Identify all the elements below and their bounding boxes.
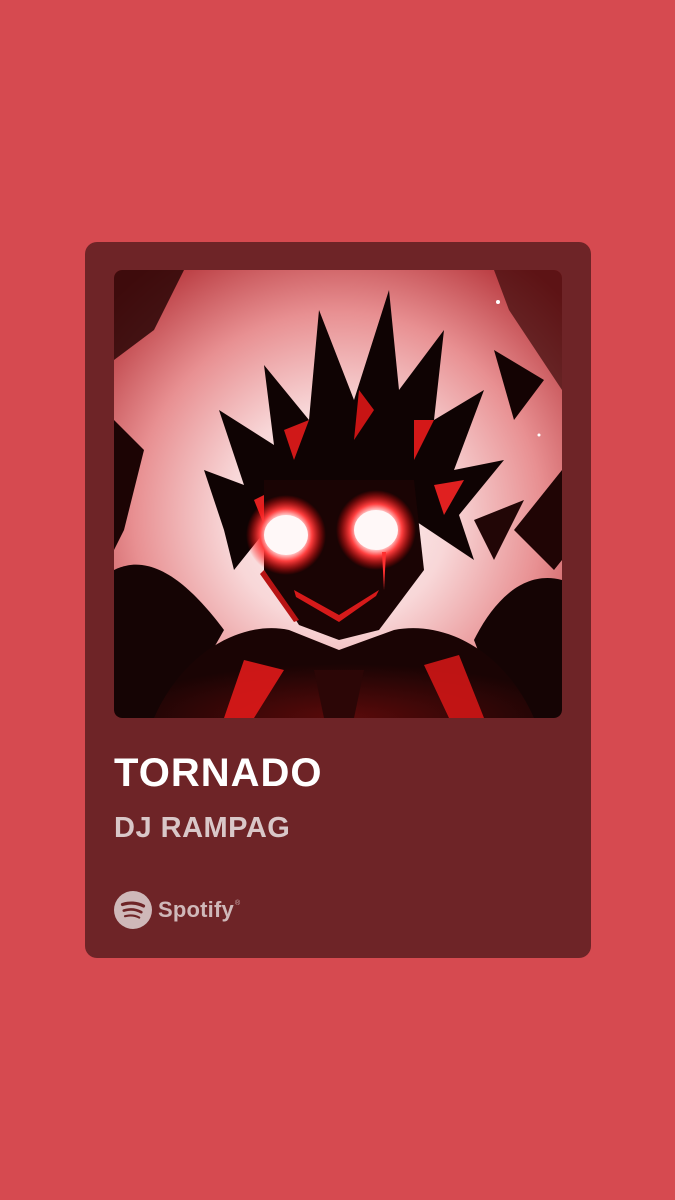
share-screen: TORNADO DJ RAMPAG Spotify ®: [0, 0, 675, 1200]
track-share-card[interactable]: TORNADO DJ RAMPAG Spotify ®: [85, 242, 591, 958]
spotify-logo-icon: [114, 891, 152, 929]
album-art-image: [114, 270, 562, 718]
trademark-symbol: ®: [234, 900, 241, 907]
spotify-wordmark: Spotify: [158, 897, 234, 922]
track-title: TORNADO: [114, 751, 323, 795]
album-cover[interactable]: [114, 270, 562, 718]
artist-name[interactable]: DJ RAMPAG: [114, 810, 290, 846]
spotify-brand[interactable]: Spotify ®: [114, 890, 240, 930]
